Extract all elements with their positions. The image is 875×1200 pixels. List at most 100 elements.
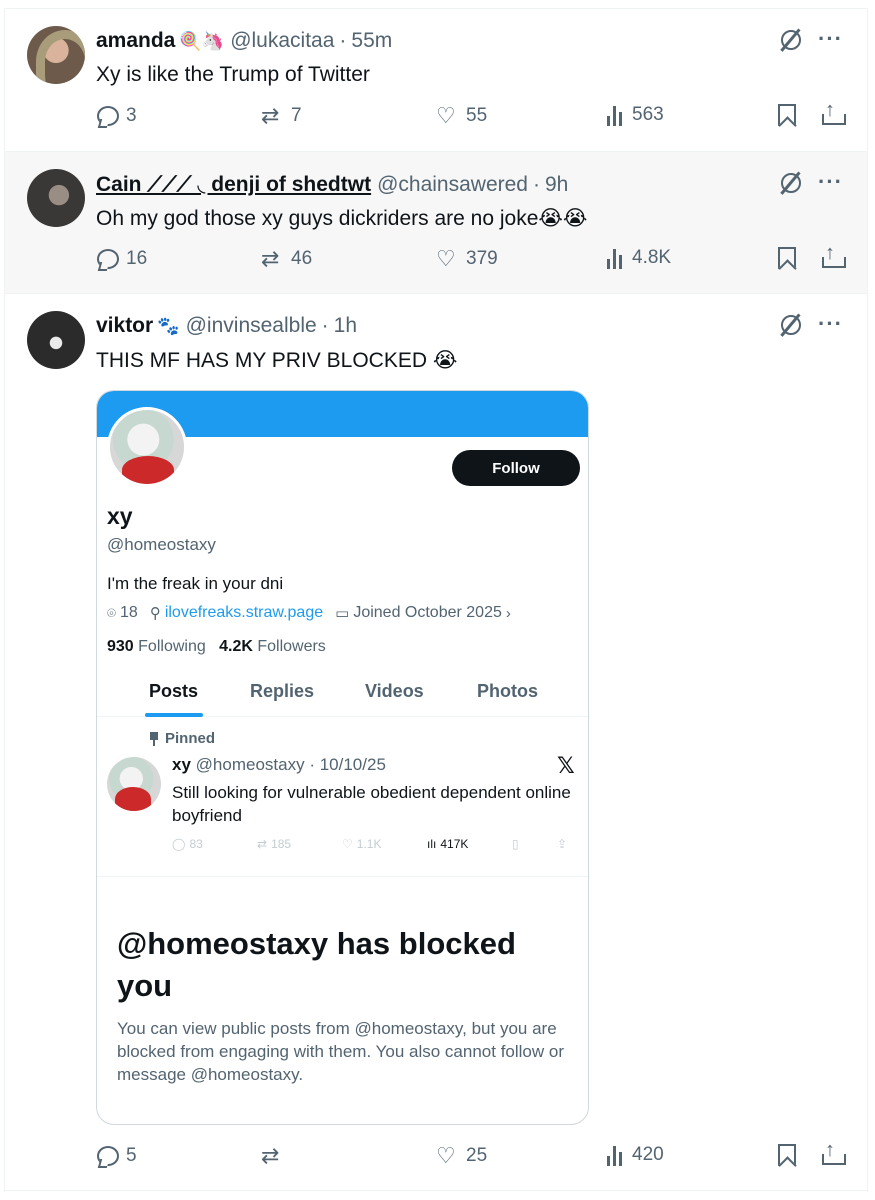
location-text: 18 (120, 604, 138, 621)
reply-icon: ◯ (172, 837, 186, 851)
pinned-like: ♡ 1.1K (342, 837, 381, 851)
timestamp[interactable]: 55m (351, 29, 392, 53)
avatar[interactable] (27, 311, 85, 369)
link-icon: ⚲ (149, 605, 161, 622)
follow-button: Follow (452, 450, 580, 486)
grok-icon[interactable] (778, 27, 802, 51)
pinned-text-body: Still looking for vulnerable obedient de… (172, 783, 571, 825)
pinned-label: Pinned (149, 730, 215, 747)
pinned-retweet: ⇄ 185 (257, 837, 291, 851)
like-button[interactable]: ♡ 25 (436, 1144, 487, 1168)
like-count: 379 (466, 248, 498, 269)
more-icon[interactable]: ··· (818, 171, 843, 193)
pin-icon (149, 731, 159, 746)
timestamp[interactable]: 9h (545, 173, 568, 197)
profile-meta: ⌾ 18 ⚲ ilovefreaks.straw.page ▭ Joined Octo… (107, 604, 523, 622)
retweet-button[interactable]: ⇄ 7 (261, 104, 302, 128)
location-item: ⌾ 18 (107, 604, 138, 622)
retweet-button[interactable]: ⇄ (261, 1144, 291, 1168)
share-icon: ⇪ (557, 837, 568, 851)
profile-handle: @homeostaxy (107, 535, 216, 554)
timestamp[interactable]: 1h (334, 314, 357, 338)
views-button[interactable]: 563 (606, 104, 664, 126)
reply-button[interactable]: 5 (96, 1144, 137, 1168)
separator-dot: · (321, 314, 329, 337)
tweet-top-icons: ··· (778, 170, 843, 194)
pinned-views: ılı 417K (427, 837, 468, 851)
attached-image[interactable]: Follow xy @homeostaxy I'm the freak in y… (96, 390, 589, 1125)
bookmark-button[interactable] (778, 247, 796, 269)
author-handle[interactable]: @invinsealble (186, 314, 317, 338)
pinned-share: ⇪ (557, 837, 567, 851)
link-item: ⚲ ilovefreaks.straw.page (150, 604, 323, 622)
calendar-icon: ▭ (335, 605, 350, 622)
bookmark-button[interactable] (778, 104, 796, 126)
tweet-top-icons: ··· (778, 312, 843, 336)
heart-icon: ♡ (436, 246, 456, 271)
more-icon[interactable]: ··· (818, 313, 843, 335)
pinned-handle: @homeostaxy (195, 755, 305, 774)
active-tab-indicator (145, 713, 203, 717)
tweet[interactable]: Cain ⟋⟋⟋ ◟ denji of shedtwt @chainsawere… (5, 152, 867, 294)
profile-link: ilovefreaks.straw.page (164, 604, 324, 621)
reply-button[interactable]: 16 (96, 247, 147, 271)
more-icon[interactable]: ··· (818, 28, 843, 50)
bookmark-button[interactable] (778, 1144, 796, 1166)
pinned-header: xy @homeostaxy · 10/10/25 (172, 755, 386, 774)
tweet-header: amanda 🍭🦄 @lukacitaa · 55m (96, 29, 392, 53)
avatar[interactable] (27, 26, 85, 84)
tweet-header: viktor 🐾 @invinsealble · 1h (96, 314, 357, 338)
retweet-button[interactable]: ⇄ 46 (261, 247, 312, 271)
author-name[interactable]: Cain ⟋⟋⟋ ◟ denji of shedtwt (96, 172, 371, 197)
bookmark-icon (778, 247, 796, 269)
author-name[interactable]: viktor (96, 314, 153, 338)
blocked-title: @homeostaxy has blocked you (117, 926, 516, 1003)
views-button[interactable]: 4.8K (606, 247, 671, 269)
share-button[interactable] (821, 242, 846, 269)
views-icon (606, 1144, 626, 1166)
reply-icon (96, 104, 120, 128)
grok-icon[interactable] (778, 312, 802, 336)
retweet-count: 7 (291, 105, 302, 126)
author-handle[interactable]: @chainsawered (377, 173, 528, 197)
grok-icon[interactable] (778, 170, 802, 194)
views-count: 4.8K (632, 247, 672, 268)
like-count: 55 (466, 105, 488, 126)
pinned-views-count: 417K (440, 837, 469, 851)
profile-tabs: Posts Replies Videos Photos (97, 671, 588, 717)
pinned-date: 10/10/25 (319, 755, 386, 774)
x-logo-icon: 𝕏 (557, 753, 575, 778)
following-count: 930 (107, 638, 134, 655)
reply-icon (96, 1144, 120, 1168)
name-emoji: 🐾 (157, 315, 180, 336)
chevron-right-icon: › (505, 604, 511, 622)
pinned-avatar (107, 757, 161, 811)
like-button[interactable]: ♡ 55 (436, 104, 487, 128)
tab-replies: Replies (250, 681, 315, 701)
pinned-author: xy (172, 755, 191, 774)
like-count: 25 (466, 1145, 488, 1166)
heart-icon: ♡ (436, 103, 456, 128)
bookmark-icon (778, 1144, 796, 1166)
tweet-top-icons: ··· (778, 27, 843, 51)
tweet-text: Oh my god those xy guys dickriders are n… (96, 207, 588, 230)
tweet-text: THIS MF HAS MY PRIV BLOCKED 😭 (96, 349, 458, 372)
reply-count: 3 (126, 105, 137, 126)
blocked-body: You can view public posts from @homeosta… (117, 1019, 564, 1084)
followers-label: Followers (257, 638, 326, 655)
tweet[interactable]: amanda 🍭🦄 @lukacitaa · 55m ··· Xy is lik… (5, 9, 867, 152)
avatar[interactable] (27, 169, 85, 227)
share-button[interactable] (821, 99, 846, 126)
author-handle[interactable]: @lukacitaa (230, 29, 334, 53)
reply-button[interactable]: 3 (96, 104, 137, 128)
pinned-retweet-count: 185 (271, 837, 292, 851)
retweet-icon: ⇄ (261, 1143, 280, 1168)
tab-posts: Posts (149, 681, 199, 701)
profile-name: xy (107, 503, 133, 529)
name-emoji: 🍭🦄 (179, 30, 225, 51)
author-name[interactable]: amanda (96, 29, 175, 53)
like-button[interactable]: ♡ 379 (436, 247, 498, 271)
share-button[interactable] (821, 1139, 846, 1166)
views-count: 420 (632, 1144, 664, 1165)
views-button[interactable]: 420 (606, 1144, 664, 1166)
